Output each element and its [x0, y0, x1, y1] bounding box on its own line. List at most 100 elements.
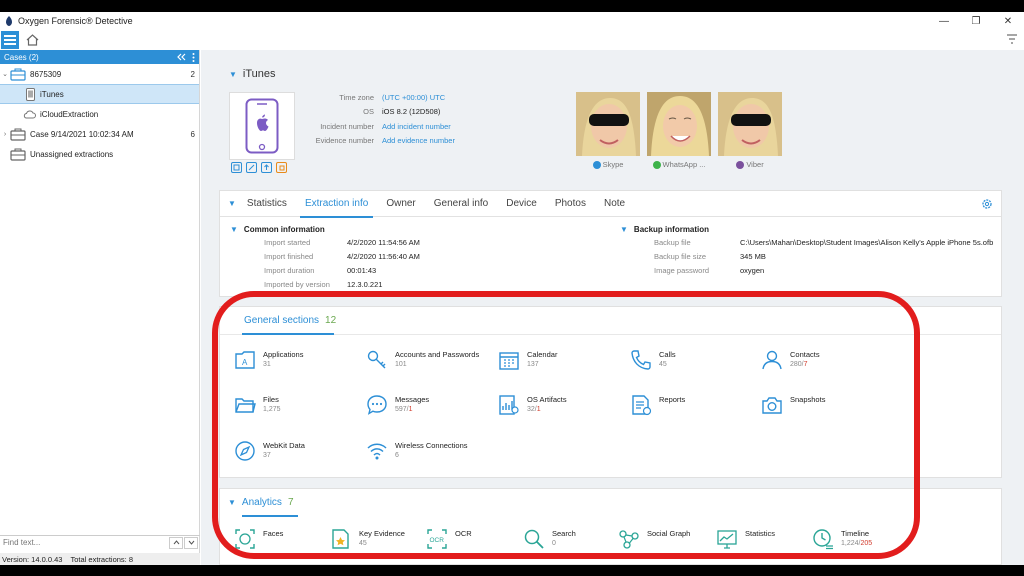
expand-arrow-icon[interactable]: ›: [0, 131, 10, 138]
tree-item-case-9-14-2021[interactable]: › Case 9/14/2021 10:02:34 AM 6: [0, 124, 199, 144]
tab-owner[interactable]: Owner: [377, 191, 424, 217]
tree-item-label: iCloudExtraction: [40, 109, 99, 119]
key-icon: [367, 350, 386, 369]
contact-avatars: Skype WhatsApp ... Viber: [576, 92, 782, 169]
device-actions: [231, 162, 287, 173]
section-contacts[interactable]: Contacts 280/7: [761, 349, 820, 371]
chevron-down-icon: ▼: [228, 498, 236, 507]
chevron-down-icon[interactable]: ▼: [228, 199, 236, 208]
tree-item-count: 6: [190, 129, 195, 139]
timezone-link[interactable]: (UTC +00:00) UTC: [382, 93, 445, 102]
cases-panel: Cases (2) ⌄ 8675309 2 iTunes iCloudExtra…: [0, 50, 200, 565]
avatar-whatsapp[interactable]: WhatsApp ...: [647, 92, 711, 169]
os-value: iOS 8.2 (12D508): [382, 107, 441, 117]
status-bar: Version: 14.0.0.43 Total extractions: 8: [0, 553, 200, 565]
find-previous-button[interactable]: [169, 536, 183, 549]
tree-item-case-8675309[interactable]: ⌄ 8675309 2: [0, 64, 199, 84]
analytics-faces[interactable]: Faces: [234, 528, 283, 550]
meta-row-os: OS iOS 8.2 (12D508): [363, 107, 441, 117]
chevron-down-icon: [188, 540, 194, 545]
briefcase-icon: [10, 147, 26, 161]
section-applications[interactable]: A Applications 31: [234, 349, 303, 371]
tree-item-unassigned[interactable]: Unassigned extractions: [0, 144, 199, 164]
minimize-button[interactable]: —: [928, 12, 960, 30]
analytics-key-evidence[interactable]: Key Evidence 45: [330, 528, 405, 550]
add-evidence-number-link[interactable]: Add evidence number: [382, 136, 455, 145]
avatar-viber[interactable]: Viber: [718, 92, 782, 169]
expand-arrow-icon[interactable]: ⌄: [0, 70, 10, 78]
section-messages[interactable]: Messages 597/1: [366, 394, 429, 416]
search-icon: [524, 529, 544, 549]
cases-title: Cases (2): [4, 52, 39, 62]
home-icon: [26, 34, 38, 46]
analytics-ocr[interactable]: OCR OCR: [426, 528, 472, 550]
device-section-header[interactable]: ▼ iTunes: [229, 68, 276, 80]
chat-bubble-icon: [367, 395, 387, 415]
section-calendar[interactable]: Calendar 137: [498, 349, 557, 371]
analytics-count: 7: [287, 497, 294, 508]
avatar-skype[interactable]: Skype: [576, 92, 640, 169]
device-metadata: Time zone (UTC +00:00) UTC OS iOS 8.2 (1…: [301, 90, 541, 148]
window-title: Oxygen Forensic® Detective: [18, 16, 133, 26]
add-incident-number-link[interactable]: Add incident number: [382, 122, 451, 131]
find-text-input[interactable]: [0, 538, 168, 547]
tab-note[interactable]: Note: [595, 191, 634, 217]
viber-icon: [736, 160, 745, 169]
collapse-panel-icon[interactable]: [177, 53, 186, 61]
tab-analytics[interactable]: ▼ Analytics 7: [228, 497, 294, 508]
save-device-button[interactable]: [231, 162, 242, 173]
section-webkit-data[interactable]: WebKit Data 37: [234, 440, 305, 462]
section-os-artifacts[interactable]: OS Artifacts 32/1: [498, 394, 567, 416]
briefcase-icon: [10, 127, 26, 141]
whatsapp-icon: [652, 160, 661, 169]
section-wireless-connections[interactable]: Wireless Connections 6: [366, 440, 468, 462]
close-button[interactable]: ✕: [992, 12, 1024, 30]
app-window: Oxygen Forensic® Detective — ❐ ✕ Cases (…: [0, 12, 1024, 565]
avatar: [647, 92, 711, 156]
analytics-timeline[interactable]: Timeline 1,224/205: [812, 528, 872, 550]
find-next-button[interactable]: [184, 536, 198, 549]
chevron-up-icon: [173, 540, 179, 545]
gear-icon[interactable]: [981, 198, 993, 210]
more-options-icon[interactable]: [192, 52, 195, 62]
hamburger-menu-button[interactable]: [1, 31, 19, 49]
home-button[interactable]: [24, 32, 40, 48]
tab-photos[interactable]: Photos: [546, 191, 595, 217]
tree-item-itunes[interactable]: iTunes: [0, 84, 199, 104]
tree-item-icloud-extraction[interactable]: iCloudExtraction: [0, 104, 199, 124]
tab-device[interactable]: Device: [497, 191, 546, 217]
export-device-button[interactable]: [261, 162, 272, 173]
tab-extraction-info[interactable]: Extraction info: [296, 191, 377, 218]
section-reports[interactable]: Reports: [630, 394, 685, 416]
avatar: [576, 92, 640, 156]
meta-row-evidence: Evidence number Add evidence number: [315, 136, 455, 146]
analytics-search[interactable]: Search 0: [523, 528, 576, 550]
toolbar: [0, 30, 1024, 50]
filter-icon[interactable]: [1006, 33, 1018, 45]
meta-row-incident: Incident number Add incident number: [320, 121, 451, 131]
analytics-statistics[interactable]: Statistics: [716, 528, 775, 550]
tab-statistics[interactable]: Statistics: [238, 191, 296, 217]
tree-item-label: Unassigned extractions: [30, 149, 114, 159]
tab-general-sections[interactable]: General sections 12: [244, 315, 336, 326]
analytics-social-graph[interactable]: Social Graph: [618, 528, 690, 550]
section-snapshots[interactable]: Snapshots: [761, 394, 825, 416]
tree-item-label: Case 9/14/2021 10:02:34 AM: [30, 129, 134, 139]
chevron-down-icon[interactable]: ▼: [620, 225, 628, 234]
tree-item-label: iTunes: [40, 89, 64, 99]
general-sections-count: 12: [325, 315, 337, 326]
chevron-down-icon[interactable]: ▼: [230, 225, 238, 234]
ocr-icon: OCR: [427, 529, 447, 549]
briefcase-icon: [10, 67, 26, 81]
tab-general-info[interactable]: General info: [425, 191, 497, 217]
copy-device-button[interactable]: [276, 162, 287, 173]
compass-icon: [235, 441, 255, 461]
section-calls[interactable]: Calls 45: [630, 349, 676, 371]
avatar: [718, 92, 782, 156]
maximize-button[interactable]: ❐: [960, 12, 992, 30]
section-accounts-and-passwords[interactable]: Accounts and Passwords 101: [366, 349, 479, 371]
hamburger-icon: [4, 35, 16, 45]
section-files[interactable]: Files 1,275: [234, 394, 281, 416]
calendar-icon: [499, 352, 519, 370]
edit-device-button[interactable]: [246, 162, 257, 173]
